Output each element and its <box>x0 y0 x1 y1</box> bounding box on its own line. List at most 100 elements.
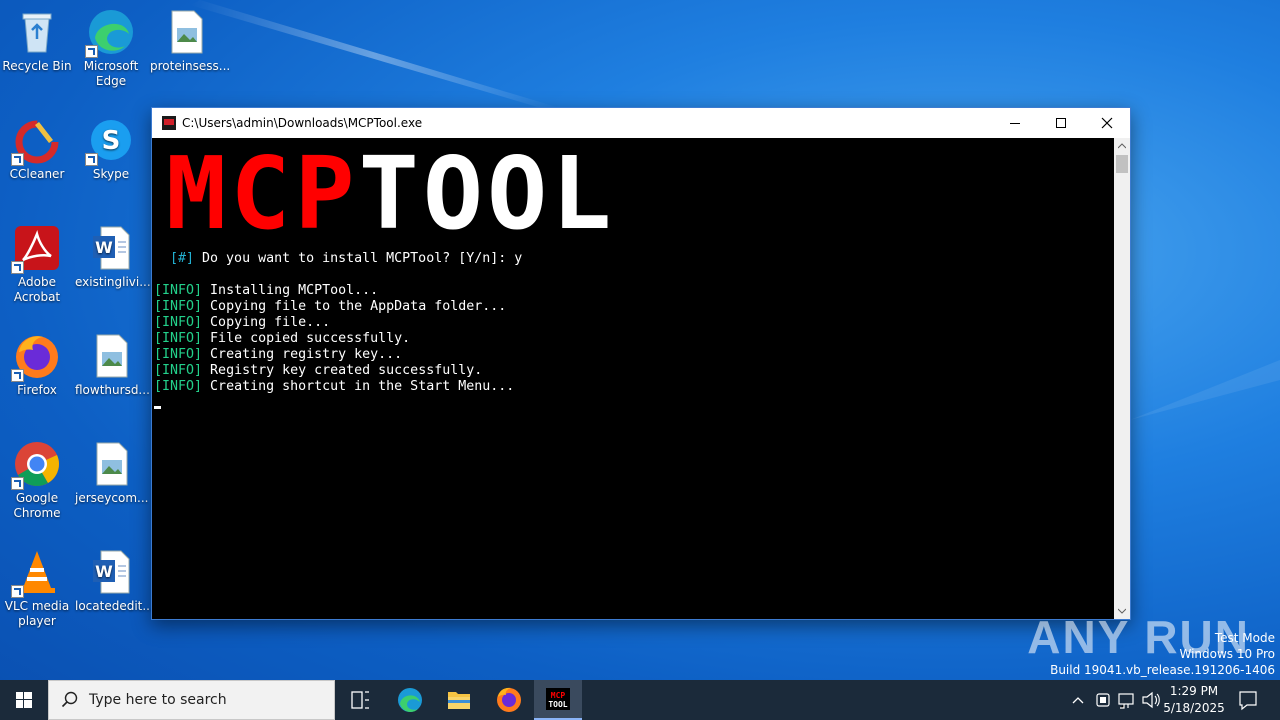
console-line: [INFO] Copying file to the AppData folde… <box>154 299 506 314</box>
vertical-scrollbar[interactable] <box>1114 138 1130 619</box>
svg-text:W: W <box>95 562 113 581</box>
taskbar: Type here to search MCP TOOL 1:29 PM 5/1… <box>0 680 1280 720</box>
info-tag: [INFO] <box>154 315 203 330</box>
svg-text:S: S <box>102 126 121 156</box>
show-hidden-icons-chevron-icon[interactable] <box>1068 680 1088 720</box>
edge-icon <box>85 8 135 58</box>
desktop-icon-label: CCleaner <box>9 167 65 181</box>
info-tag: [INFO] <box>154 331 203 346</box>
task-view-button[interactable] <box>336 680 384 720</box>
console-line: [INFO] Installing MCPTool... <box>154 283 378 298</box>
network-icon[interactable] <box>1116 680 1138 720</box>
app-icon <box>162 116 176 130</box>
console-line-text: Registry key created successfully. <box>202 363 483 378</box>
install-prompt-line: [#] Do you want to install MCPTool? [Y/n… <box>170 251 522 266</box>
maximize-button[interactable] <box>1038 108 1084 138</box>
desktop-icon-label: Skype <box>92 167 130 181</box>
shortcut-arrow-icon <box>11 369 24 382</box>
taskbar-search-box[interactable]: Type here to search <box>48 680 335 720</box>
firefox-icon <box>497 687 521 712</box>
image-file-icon <box>87 440 135 488</box>
console-line-text: Creating shortcut in the Start Menu... <box>202 379 515 394</box>
desktop-icon-skype[interactable]: S Skype <box>75 116 147 182</box>
window-titlebar[interactable]: C:\Users\admin\Downloads\MCPTool.exe <box>152 108 1130 138</box>
console-line: [INFO] Creating registry key... <box>154 347 402 362</box>
recycle-bin-icon <box>13 8 61 56</box>
info-tag: [INFO] <box>154 379 203 394</box>
desktop-icon-proteinsess[interactable]: proteinsess... <box>150 8 231 74</box>
svg-text:TOOL: TOOL <box>548 700 567 709</box>
desktop-icon-label: Recycle Bin <box>2 59 72 73</box>
folder-icon <box>448 692 470 709</box>
taskbar-file-explorer[interactable] <box>435 680 483 720</box>
desktop-icon-recycle-bin[interactable]: Recycle Bin <box>1 8 73 74</box>
shortcut-arrow-icon <box>85 153 98 166</box>
build-label: Build 19041.vb_release.191206-1406 <box>1050 663 1275 677</box>
console-output[interactable]: MCPTOOL [#] Do you want to install MCPTo… <box>152 138 1114 619</box>
info-tag: [INFO] <box>154 347 203 362</box>
word-document-icon: W <box>87 548 135 596</box>
svg-text:MCP: MCP <box>551 691 566 700</box>
console-line: [INFO] Creating shortcut in the Start Me… <box>154 379 514 394</box>
os-edition-label: Windows 10 Pro <box>1179 647 1275 661</box>
console-line-text: Copying file to the AppData folder... <box>202 299 507 314</box>
console-line-text: File copied successfully. <box>202 331 411 346</box>
console-window[interactable]: C:\Users\admin\Downloads\MCPTool.exe MCP… <box>151 107 1131 620</box>
shortcut-arrow-icon <box>11 261 24 274</box>
desktop-icon-label: Firefox <box>17 383 57 397</box>
skype-icon: S <box>85 116 135 166</box>
text-cursor <box>154 406 161 409</box>
desktop-icon-label: locatededit... <box>75 599 154 613</box>
clock-time: 1:29 PM <box>1169 684 1219 698</box>
logo-mcp-text: MCP <box>166 135 359 252</box>
desktop-icon-locatededit[interactable]: W locatededit... <box>75 548 154 614</box>
desktop-icon-jerseycom[interactable]: jerseycom... <box>75 440 149 506</box>
minimize-button[interactable] <box>992 108 1038 138</box>
notifications-icon[interactable] <box>1235 680 1261 720</box>
mcptool-app-icon: MCP TOOL <box>546 688 570 710</box>
vlc-icon <box>11 548 61 598</box>
desktop-icon-firefox[interactable]: Firefox <box>1 332 73 398</box>
word-document-icon: W <box>87 224 135 272</box>
image-file-icon <box>87 332 135 380</box>
task-view-icon <box>351 691 369 709</box>
taskbar-firefox[interactable] <box>485 680 533 720</box>
desktop-icon-label: existinglivi... <box>75 275 151 289</box>
acrobat-icon <box>11 224 61 274</box>
image-file-icon <box>162 8 210 56</box>
test-mode-notice: Test Mode Windows 10 Pro Build 19041.vb_… <box>1050 630 1275 678</box>
console-line: [INFO] Copying file... <box>154 315 330 330</box>
firefox-icon <box>11 332 61 382</box>
taskbar-mcptool[interactable]: MCP TOOL <box>534 680 582 720</box>
prompt-tag: [#] <box>170 251 195 266</box>
clock-date: 5/18/2025 <box>1163 701 1225 715</box>
desktop-icon-ccleaner[interactable]: CCleaner <box>1 116 73 182</box>
shortcut-arrow-icon <box>11 585 24 598</box>
minimize-icon <box>1010 123 1020 124</box>
info-tag: [INFO] <box>154 363 203 378</box>
mcptool-logo: MCPTOOL <box>166 144 615 244</box>
scrollbar-thumb[interactable] <box>1116 155 1128 173</box>
taskbar-clock[interactable]: 1:29 PM 5/18/2025 <box>1158 683 1230 717</box>
scroll-up-icon[interactable] <box>1118 142 1126 150</box>
desktop-icon-flowthursd[interactable]: flowthursd... <box>75 332 150 398</box>
tray-app-icon[interactable] <box>1093 680 1113 720</box>
shortcut-arrow-icon <box>11 153 24 166</box>
desktop-icon-edge[interactable]: Microsoft Edge <box>75 8 147 89</box>
desktop-icon-existinglivi[interactable]: W existinglivi... <box>75 224 151 290</box>
desktop-icon-vlc[interactable]: VLC media player <box>1 548 73 629</box>
taskbar-edge[interactable] <box>386 680 434 720</box>
start-button[interactable] <box>0 680 48 720</box>
info-tag: [INFO] <box>154 299 203 314</box>
test-mode-label: Test Mode <box>1214 631 1275 645</box>
desktop-icon-label: Adobe Acrobat <box>13 275 61 304</box>
desktop-icon-label: proteinsess... <box>150 59 231 73</box>
svg-text:W: W <box>95 238 113 257</box>
prompt-text: Do you want to install MCPTool? [Y/n]: y <box>194 251 523 266</box>
desktop-icon-google-chrome[interactable]: Google Chrome <box>1 440 73 521</box>
shortcut-arrow-icon <box>85 45 98 58</box>
desktop-icon-label: jerseycom... <box>75 491 149 505</box>
desktop-icon-adobe-acrobat[interactable]: Adobe Acrobat <box>1 224 73 305</box>
console-line-text: Creating registry key... <box>202 347 403 362</box>
close-button[interactable] <box>1084 108 1130 138</box>
